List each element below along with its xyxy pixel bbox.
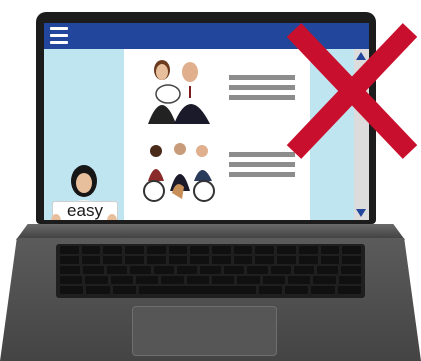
people-talking-photo bbox=[148, 60, 210, 124]
group-photo bbox=[143, 143, 215, 202]
key-row bbox=[56, 264, 365, 274]
left-panel: easy read bbox=[44, 49, 124, 220]
key-row bbox=[56, 274, 365, 284]
trackpad bbox=[132, 306, 277, 356]
key-row bbox=[56, 244, 365, 254]
laptop-hinge bbox=[16, 224, 405, 240]
key-row bbox=[56, 284, 365, 294]
text-line bbox=[229, 162, 295, 167]
hands-icon bbox=[51, 214, 117, 220]
laptop: easy read bbox=[0, 0, 421, 361]
text-line bbox=[229, 172, 295, 177]
triangle-down-icon[interactable] bbox=[356, 209, 366, 217]
keyboard bbox=[56, 244, 365, 298]
key-row bbox=[56, 254, 365, 264]
easy-read-illustration: easy read bbox=[48, 161, 120, 220]
hamburger-menu-icon[interactable] bbox=[50, 27, 68, 45]
red-x-icon bbox=[286, 23, 418, 159]
